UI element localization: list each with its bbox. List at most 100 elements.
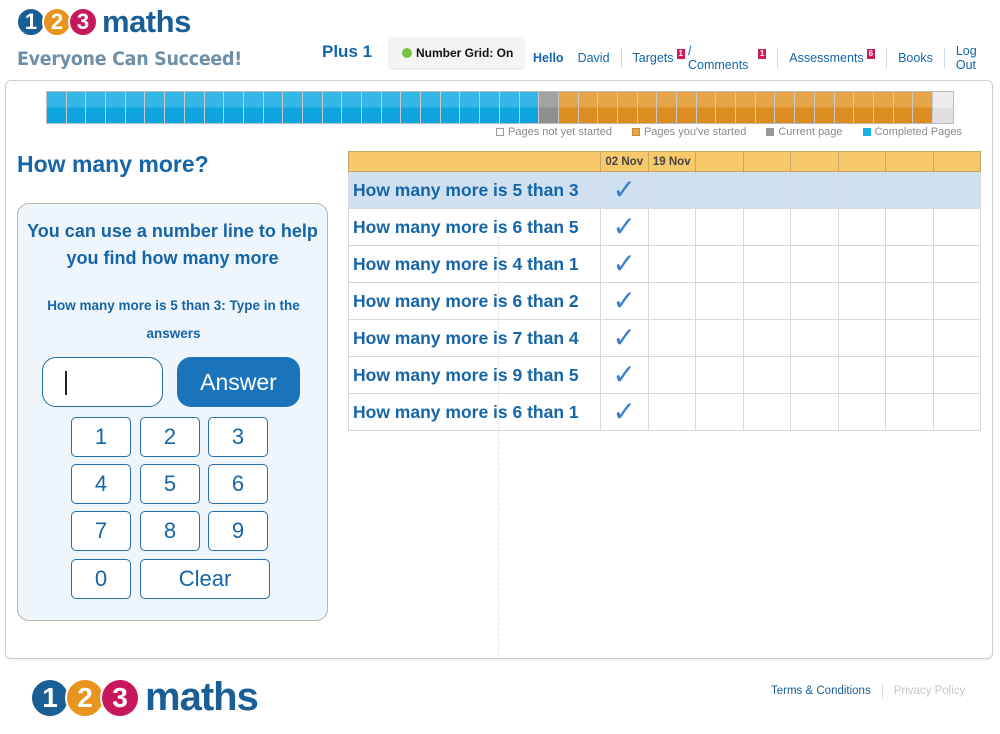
books-link[interactable]: Books xyxy=(898,51,933,65)
progress-cell-started[interactable] xyxy=(657,92,677,123)
result-cell xyxy=(932,356,981,394)
progress-cell-started[interactable] xyxy=(893,92,914,123)
question-cell[interactable]: How many more is 6 than 1 xyxy=(348,393,601,431)
result-cell xyxy=(885,208,934,246)
question-cell[interactable]: How many more is 6 than 5 xyxy=(348,208,601,246)
keypad-7[interactable]: 7 xyxy=(71,511,131,551)
progress-cell-completed[interactable] xyxy=(204,92,225,123)
number-grid-toggle[interactable]: Number Grid: On xyxy=(389,37,524,68)
progress-cell-started[interactable] xyxy=(755,92,776,123)
progress-cell-completed[interactable] xyxy=(243,92,264,123)
user-name-link[interactable]: David xyxy=(578,51,610,65)
progress-cell-completed[interactable] xyxy=(519,92,540,123)
progress-cell-started[interactable] xyxy=(598,92,618,123)
question-cell[interactable]: How many more is 4 than 1 xyxy=(348,245,601,283)
keypad-8[interactable]: 8 xyxy=(140,511,200,551)
progress-cell-started[interactable] xyxy=(775,92,796,123)
brand-logo[interactable]: 1 2 3 maths xyxy=(16,4,191,40)
progress-cell-completed[interactable] xyxy=(440,92,461,123)
date-column-header xyxy=(885,151,934,172)
keypad-6[interactable]: 6 xyxy=(208,464,268,504)
progress-cell-started[interactable] xyxy=(834,92,855,123)
keypad-4[interactable]: 4 xyxy=(71,464,131,504)
keypad-9[interactable]: 9 xyxy=(208,511,268,551)
keypad-0[interactable]: 0 xyxy=(71,559,131,599)
progress-cell-started[interactable] xyxy=(873,92,894,123)
progress-cell-completed[interactable] xyxy=(283,92,303,123)
progress-cell-completed[interactable] xyxy=(47,92,67,123)
table-row[interactable]: How many more is 6 than 2 ✓ xyxy=(348,282,981,320)
progress-cell-started[interactable] xyxy=(578,92,599,123)
progress-cell-completed[interactable] xyxy=(480,92,500,123)
progress-cell-completed[interactable] xyxy=(224,92,244,123)
assessments-label: Assessments xyxy=(789,51,864,65)
progress-cell-completed[interactable] xyxy=(302,92,323,123)
result-cell xyxy=(647,171,696,209)
question-cell[interactable]: How many more is 5 than 3 xyxy=(348,171,601,209)
date-column-header: 02 Nov xyxy=(600,151,649,172)
result-cell xyxy=(790,319,839,357)
progress-cell-started[interactable] xyxy=(795,92,815,123)
keypad-1[interactable]: 1 xyxy=(71,417,131,457)
assessments-link[interactable]: Assessments 6 xyxy=(789,49,876,65)
table-row[interactable]: How many more is 4 than 1 ✓ xyxy=(348,245,981,283)
progress-cell-not-started[interactable] xyxy=(932,92,953,123)
progress-cell-completed[interactable] xyxy=(263,92,284,123)
keypad-2[interactable]: 2 xyxy=(140,417,200,457)
result-cell xyxy=(885,393,934,431)
progress-cell-completed[interactable] xyxy=(125,92,146,123)
table-row[interactable]: How many more is 6 than 5 ✓ xyxy=(348,208,981,246)
progress-cell-completed[interactable] xyxy=(401,92,422,123)
progress-cell-started[interactable] xyxy=(913,92,933,123)
progress-cell-completed[interactable] xyxy=(362,92,382,123)
comments-link[interactable]: / Comments 1 xyxy=(688,44,767,72)
page-title: How many more? xyxy=(17,151,209,177)
question-cell[interactable]: How many more is 6 than 2 xyxy=(348,282,601,320)
progress-cell-completed[interactable] xyxy=(184,92,205,123)
logout-link[interactable]: Log Out xyxy=(956,44,1000,72)
progress-legend: Pages not yet started Pages you've start… xyxy=(496,126,962,138)
logo-word: maths xyxy=(102,4,191,39)
table-row[interactable]: How many more is 9 than 5 ✓ xyxy=(348,356,981,394)
progress-cell-started[interactable] xyxy=(558,92,579,123)
progress-cell-started[interactable] xyxy=(736,92,756,123)
progress-cell-started[interactable] xyxy=(617,92,638,123)
progress-cell-completed[interactable] xyxy=(342,92,362,123)
progress-cell-completed[interactable] xyxy=(106,92,126,123)
question-cell[interactable]: How many more is 9 than 5 xyxy=(348,356,601,394)
progress-cell-started[interactable] xyxy=(677,92,697,123)
progress-cell-completed[interactable] xyxy=(460,92,481,123)
progress-cell-completed[interactable] xyxy=(381,92,402,123)
progress-cell-current[interactable] xyxy=(539,92,559,123)
targets-link[interactable]: Targets 1 xyxy=(633,49,685,65)
progress-cell-started[interactable] xyxy=(814,92,835,123)
table-row[interactable]: How many more is 5 than 3 ✓ xyxy=(348,171,981,209)
result-cell xyxy=(885,245,934,283)
keypad-5[interactable]: 5 xyxy=(140,464,200,504)
progress-cell-started[interactable] xyxy=(854,92,874,123)
terms-link[interactable]: Terms & Conditions xyxy=(771,685,871,697)
privacy-link[interactable]: Privacy Policy xyxy=(894,685,966,697)
answer-input[interactable] xyxy=(42,357,163,407)
answer-button[interactable]: Answer xyxy=(177,357,300,407)
progress-cell-completed[interactable] xyxy=(322,92,343,123)
progress-cell-started[interactable] xyxy=(696,92,717,123)
progress-cell-completed[interactable] xyxy=(86,92,107,123)
table-row[interactable]: How many more is 6 than 1 ✓ xyxy=(348,393,981,431)
legend-swatch-started xyxy=(631,128,640,136)
question-cell[interactable]: How many more is 7 than 4 xyxy=(348,319,601,357)
footer-logo[interactable]: 1 2 3 maths xyxy=(30,675,259,720)
result-cell xyxy=(742,208,791,246)
table-row[interactable]: How many more is 7 than 4 ✓ xyxy=(348,319,981,357)
result-cell xyxy=(932,282,981,320)
progress-cell-completed[interactable] xyxy=(421,92,441,123)
clear-button[interactable]: Clear xyxy=(140,559,270,599)
progress-cell-completed[interactable] xyxy=(165,92,185,123)
progress-cell-completed[interactable] xyxy=(499,92,520,123)
progress-cell-started[interactable] xyxy=(637,92,658,123)
progress-cell-completed[interactable] xyxy=(145,92,166,123)
main-panel: Pages not yet started Pages you've start… xyxy=(5,80,993,659)
keypad-3[interactable]: 3 xyxy=(208,417,268,457)
progress-cell-completed[interactable] xyxy=(66,92,87,123)
progress-cell-started[interactable] xyxy=(716,92,737,123)
